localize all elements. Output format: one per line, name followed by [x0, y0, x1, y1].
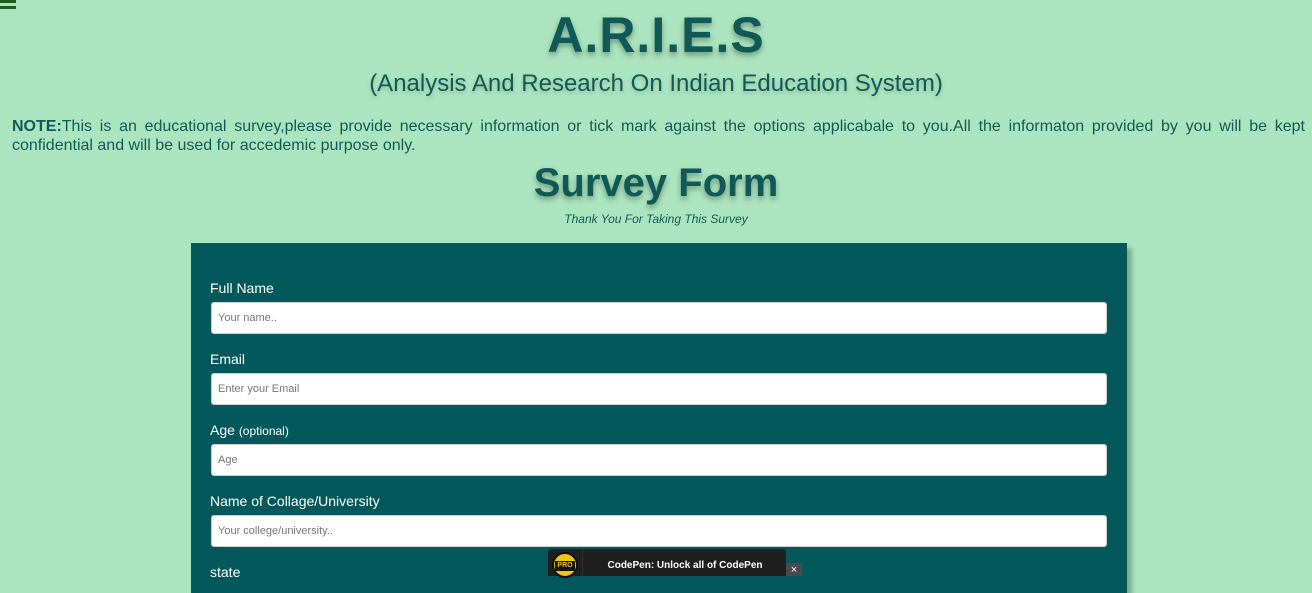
age-input[interactable] [211, 444, 1107, 476]
full-name-input[interactable] [211, 302, 1107, 334]
codepen-promo-banner[interactable]: PRO CodePen: Unlock all of CodePen [548, 549, 786, 578]
email-label: Email [210, 351, 246, 367]
age-optional-hint: (optional) [238, 424, 289, 438]
email-input[interactable] [211, 373, 1107, 405]
menu-bar [0, 0, 16, 3]
promo-divider [582, 549, 583, 576]
state-label: state [210, 564, 241, 580]
site-subtitle: (Analysis And Research On Indian Educati… [369, 70, 943, 97]
pro-badge-label: PRO [555, 561, 575, 571]
site-title: A.R.I.E.S [547, 7, 765, 63]
age-label: Age [210, 422, 235, 438]
note-text: This is an educational survey,please pro… [12, 118, 1305, 154]
thank-you-text: Thank You For Taking This Survey [564, 212, 748, 226]
survey-form-title: Survey Form [533, 161, 779, 205]
college-label: Name of Collage/University [210, 493, 380, 509]
promo-text: CodePen: Unlock all of CodePen [607, 560, 763, 571]
survey-note: NOTE:This is an educational survey,pleas… [12, 117, 1305, 155]
college-input[interactable] [211, 515, 1107, 547]
close-icon[interactable]: × [786, 563, 802, 576]
note-label: NOTE: [12, 118, 62, 135]
survey-form: Full Name Email Age (optional) Name of C… [191, 243, 1127, 593]
full-name-label: Full Name [210, 280, 274, 296]
age-label-group: Age (optional) [210, 421, 289, 440]
pro-badge-icon: PRO [552, 552, 578, 578]
